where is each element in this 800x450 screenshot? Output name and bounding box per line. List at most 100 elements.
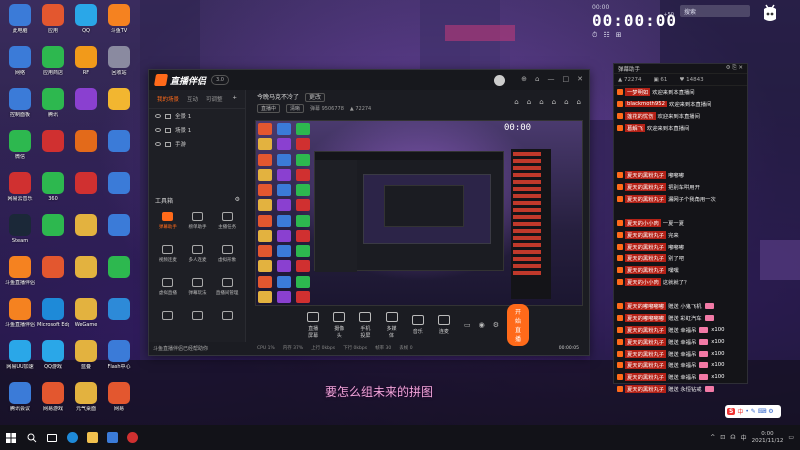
chat-username[interactable]: 夏天的黑粉丸子 — [625, 194, 667, 203]
preview-tool-icon[interactable]: ⌂ — [564, 98, 568, 106]
sogou-input-bar[interactable]: S 中 • ✎ ⌨ ⚙ — [725, 405, 781, 418]
toolbox-settings-icon[interactable]: ⚙ — [235, 196, 240, 205]
desktop-icon[interactable]: RF — [70, 46, 102, 86]
chat-username[interactable]: 夏天的黑粉丸子 — [625, 385, 667, 394]
visibility-icon[interactable] — [155, 128, 161, 132]
desktop-icon[interactable] — [70, 214, 102, 254]
chat-message[interactable] — [614, 134, 747, 146]
taskbar-app-explorer[interactable] — [82, 425, 102, 450]
chat-message[interactable]: 夏天的黑粉丸子 嘿嘿 — [614, 264, 747, 276]
tab-interact[interactable]: 互动 — [187, 95, 198, 103]
chat-username[interactable]: 夏天的嘟嘟嘟嘟 — [625, 313, 667, 322]
desktop-icon[interactable]: Steam — [4, 214, 36, 254]
quality-button[interactable]: 清晰 — [286, 104, 305, 113]
scene-item[interactable]: 全景 1 — [149, 109, 245, 123]
desktop-icon[interactable]: Microsoft Edge — [37, 298, 69, 338]
chat-message[interactable]: 夏天的黑粉丸子 完来 — [614, 229, 747, 241]
chat-username[interactable]: 夏天的黑粉丸子 — [625, 361, 667, 370]
start-button[interactable] — [0, 425, 22, 450]
visibility-icon[interactable] — [155, 142, 161, 146]
start-live-button[interactable]: 开始直播 — [506, 304, 529, 346]
language-indicator[interactable]: 中 — [741, 433, 747, 442]
desktop-icon[interactable]: 网络 — [4, 46, 36, 86]
taskbar-clock[interactable]: 0:00 2021/11/12 — [752, 431, 784, 445]
phone-cast-button[interactable]: 手机投屏 — [359, 311, 372, 339]
volume-icon[interactable]: ☊ — [730, 434, 735, 441]
chat-message-list[interactable]: 一梦明如 欢迎来到本直播间 blackmoth952 欢迎来到本直播间 莲花的忧伤 欢迎来… — [614, 86, 747, 395]
desktop-icon[interactable] — [103, 214, 135, 254]
screen-capture-button[interactable]: 直播屏幕 — [307, 311, 320, 339]
desktop-icon[interactable]: 网易云音乐 — [4, 172, 36, 212]
preview-tool-icon[interactable]: ⌂ — [514, 98, 518, 106]
avatar[interactable] — [494, 74, 506, 86]
desktop-icon[interactable]: 应用商店 — [37, 46, 69, 86]
desktop-icon[interactable]: 蓝叠 — [70, 340, 102, 380]
desktop-icon[interactable] — [103, 130, 135, 170]
toolbox-item[interactable]: 榜单助手 — [183, 210, 213, 237]
scene-item[interactable]: 场景 1 — [149, 123, 245, 137]
add-scene-icon[interactable]: + — [232, 95, 237, 103]
toolbox-item[interactable] — [183, 309, 213, 336]
eye-icon[interactable]: ◉ — [479, 321, 485, 329]
chat-message[interactable]: 夏天的小小肉 一夏一夏 — [614, 217, 747, 229]
chat-message[interactable]: 夏天的黑粉丸子 赠送 幸福吊 x100 — [614, 371, 747, 383]
desktop-icon[interactable] — [70, 88, 102, 128]
toolbox-item[interactable]: 弹幕玩法 — [183, 276, 213, 303]
desktop-icon[interactable] — [103, 172, 135, 212]
chat-window-controls[interactable]: ⚙ ⎘ ✕ — [726, 65, 743, 72]
chat-message[interactable]: 葛解飞 欢迎来到本直播间 — [614, 122, 747, 134]
desktop-icon[interactable] — [37, 214, 69, 254]
lock-icon[interactable] — [165, 141, 171, 147]
visibility-icon[interactable] — [155, 114, 161, 118]
chat-header[interactable]: 弹幕助手 ⚙ ⎘ ✕ — [614, 64, 747, 74]
chat-message[interactable]: 一梦明如 欢迎来到本直播间 — [614, 86, 747, 98]
home-icon[interactable]: ⌂ — [535, 75, 539, 86]
chat-username[interactable]: 葛解飞 — [625, 123, 645, 132]
taskbar-app-edge[interactable] — [62, 425, 82, 450]
chat-username[interactable]: 夏天的黑粉丸子 — [625, 373, 667, 382]
scene-item[interactable]: 手游 — [149, 137, 245, 151]
desktop-icon[interactable]: 微信 — [4, 130, 36, 170]
chat-message[interactable]: 夏天的黑粉丸子 嘟嘟嘟 — [614, 169, 747, 181]
chat-message[interactable]: 夏天的黑粉丸子 漏网子个我角用一次 — [614, 193, 747, 205]
close-button[interactable]: ✕ — [577, 75, 583, 86]
chat-message[interactable]: 夏天的黑粉丸子 赠送 幸福吊 x100 — [614, 359, 747, 371]
chat-username[interactable]: 夏天的嘟嘟嘟嘟 — [625, 301, 667, 310]
tray-up-icon[interactable]: ^ — [710, 434, 715, 441]
video-search-input[interactable]: 搜索 — [680, 5, 750, 17]
chat-message[interactable] — [614, 288, 747, 300]
chat-message[interactable] — [614, 157, 747, 169]
grid-icon[interactable]: ⊞ — [616, 31, 622, 40]
chat-message[interactable]: 夏天的黑粉丸子 别了吧 — [614, 252, 747, 264]
chat-message[interactable]: 夏天的黑粉丸子 赠送 幸福吊 x100 — [614, 348, 747, 360]
taskbar-app-netease[interactable] — [122, 425, 142, 450]
toolbox-item[interactable]: 弹幕助手 — [153, 210, 183, 237]
toolbox-item[interactable]: 虚拟形象 — [212, 243, 242, 270]
tab-my-scenes[interactable]: 我的场景 — [157, 95, 179, 103]
share-icon[interactable]: ⌂ — [577, 98, 581, 106]
chat-username[interactable]: 夏天的黑粉丸子 — [625, 349, 667, 358]
desktop-icon[interactable]: 回收站 — [103, 46, 135, 86]
desktop-icon[interactable]: 控制面板 — [4, 88, 36, 128]
media-button[interactable]: 多媒体 — [385, 311, 398, 339]
notification-icon[interactable]: ▭ — [788, 434, 794, 441]
live-companion-window[interactable]: 直播伴侣 3.0 ⊕ ⌂ — □ ✕ 我的场景 互动 可调整 + 全景 1 场景… — [148, 69, 590, 356]
chat-message[interactable] — [614, 145, 747, 157]
desktop-icon[interactable]: 元气桌面 — [70, 382, 102, 422]
chat-message[interactable]: blackmoth952 欢迎来到本直播间 — [614, 98, 747, 110]
chat-username[interactable]: 夏天的黑粉丸子 — [625, 266, 667, 275]
desktop-icon[interactable]: QQ游戏 — [37, 340, 69, 380]
chat-username[interactable]: 夏天的黑粉丸子 — [625, 171, 667, 180]
maximize-button[interactable]: □ — [563, 75, 570, 86]
task-view-icon[interactable] — [42, 425, 62, 450]
chat-username[interactable]: 夏天的小小肉 — [625, 278, 661, 287]
toolbox-item[interactable]: 主播任务 — [212, 210, 242, 237]
chat-username[interactable]: 夏天的黑粉丸子 — [625, 230, 667, 239]
desktop-icon[interactable]: 网易 — [103, 382, 135, 422]
barrage-assistant-panel[interactable]: 弹幕助手 ⚙ ⎘ ✕ ▲ 72274 ▣ 61 ♥ 14843 一梦明如 欢迎来到… — [613, 63, 748, 394]
toolbox-item[interactable]: 直播间管理 — [212, 276, 242, 303]
preview-tool-icon[interactable]: ⌂ — [527, 98, 531, 106]
desktop-icon[interactable]: 斗鱼直播伴侣 — [4, 256, 36, 296]
music-button[interactable]: 音乐 — [411, 315, 424, 335]
desktop-icon[interactable]: 应用 — [37, 4, 69, 44]
